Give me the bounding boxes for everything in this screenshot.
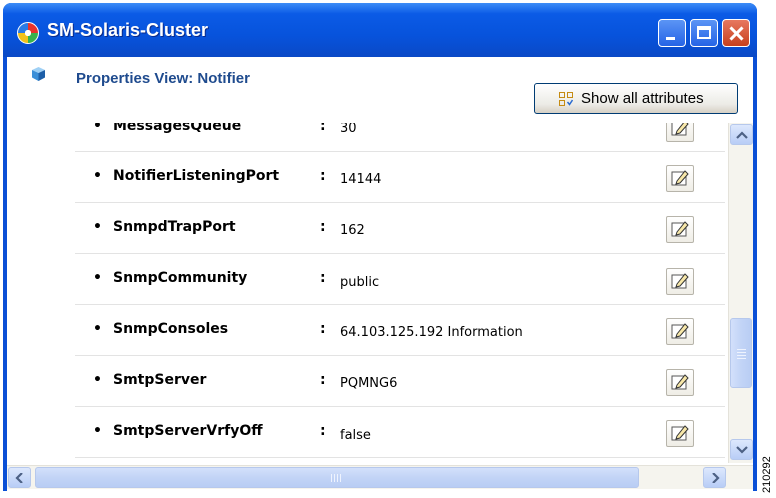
property-row: • SnmpConsoles : 64.103.125.192 Informat… <box>7 305 725 356</box>
bullet: • <box>93 219 102 235</box>
separator-colon: : <box>320 423 326 439</box>
edit-property-button[interactable] <box>666 216 694 243</box>
show-all-attributes-label: Show all attributes <box>581 90 704 107</box>
properties-panel: Properties View: Notifier Show all attri… <box>7 57 753 491</box>
property-name: SnmpdTrapPort <box>113 219 236 235</box>
bullet: • <box>93 321 102 337</box>
property-value: false <box>340 428 371 443</box>
chevron-left-icon <box>15 473 23 483</box>
separator-colon: : <box>320 372 326 388</box>
cube-icon <box>32 67 45 81</box>
bullet: • <box>93 168 102 184</box>
horizontal-scrollbar[interactable] <box>7 465 753 489</box>
edit-pencil-icon <box>671 323 689 339</box>
vertical-scrollbar[interactable] <box>728 123 753 463</box>
bullet: • <box>93 270 102 286</box>
property-row: • SnmpCommunity : public <box>7 254 725 305</box>
property-value: 162 <box>340 223 365 238</box>
properties-list: • MessagesQueue : 30 • NotifierListening… <box>7 123 725 463</box>
edit-property-button[interactable] <box>666 123 694 142</box>
figure-id: 210292 <box>761 456 773 493</box>
edit-pencil-icon <box>671 273 689 289</box>
property-value: 14144 <box>340 172 382 187</box>
property-row: • SmtpServer : PQMNG6 <box>7 356 725 407</box>
close-button[interactable] <box>722 19 750 47</box>
edit-pencil-icon <box>671 374 689 390</box>
property-name: SnmpCommunity <box>113 270 248 286</box>
chevron-up-icon <box>736 131 748 139</box>
property-value: public <box>340 275 380 290</box>
property-row: • NotifierListeningPort : 14144 <box>7 152 725 203</box>
separator-colon: : <box>320 270 326 286</box>
property-name: MessagesQueue <box>113 123 242 134</box>
minimize-button[interactable] <box>658 19 686 47</box>
bullet: • <box>93 372 102 388</box>
edit-pencil-icon <box>671 425 689 441</box>
title-bar[interactable]: SM-Solaris-Cluster <box>3 3 757 57</box>
attributes-grid-icon <box>559 92 573 106</box>
edit-property-button[interactable] <box>666 420 694 447</box>
edit-pencil-icon <box>671 170 689 186</box>
property-value: PQMNG6 <box>340 376 398 391</box>
edit-pencil-icon <box>671 221 689 237</box>
page-title: Properties View: Notifier <box>76 70 250 87</box>
edit-property-button[interactable] <box>666 369 694 396</box>
scroll-left-button[interactable] <box>8 467 31 488</box>
edit-property-button[interactable] <box>666 268 694 295</box>
edit-property-button[interactable] <box>666 318 694 345</box>
chevron-down-icon <box>736 446 748 454</box>
property-name: SmtpServer <box>113 372 207 388</box>
property-value: 30 <box>340 123 357 136</box>
edit-pencil-icon <box>671 123 689 136</box>
property-value: 64.103.125.192 Information <box>340 325 523 340</box>
scroll-down-button[interactable] <box>730 439 753 460</box>
vertical-scroll-thumb[interactable] <box>730 318 752 388</box>
property-row: • SmtpServerVrfyOff : false <box>7 407 725 458</box>
bullet: • <box>93 123 102 134</box>
chevron-right-icon <box>712 473 720 483</box>
cluster-app-icon <box>17 22 39 44</box>
property-name: SnmpConsoles <box>113 321 229 337</box>
property-name: SmtpServerVrfyOff <box>113 423 263 439</box>
app-window: SM-Solaris-Cluster Properties View: Noti… <box>3 3 757 491</box>
row-divider <box>75 457 725 458</box>
separator-colon: : <box>320 123 326 134</box>
scroll-right-button[interactable] <box>703 467 726 488</box>
horizontal-scroll-thumb[interactable] <box>35 467 639 488</box>
property-name: NotifierListeningPort <box>113 168 280 184</box>
property-row: • SnmpdTrapPort : 162 <box>7 203 725 254</box>
separator-colon: : <box>320 168 326 184</box>
edit-property-button[interactable] <box>666 165 694 192</box>
separator-colon: : <box>320 321 326 337</box>
property-row: • MessagesQueue : 30 <box>7 123 725 152</box>
window-title: SM-Solaris-Cluster <box>47 20 209 40</box>
separator-colon: : <box>320 219 326 235</box>
show-all-attributes-button[interactable]: Show all attributes <box>534 83 738 114</box>
maximize-button[interactable] <box>690 19 718 47</box>
scroll-up-button[interactable] <box>730 124 753 145</box>
bullet: • <box>93 423 102 439</box>
